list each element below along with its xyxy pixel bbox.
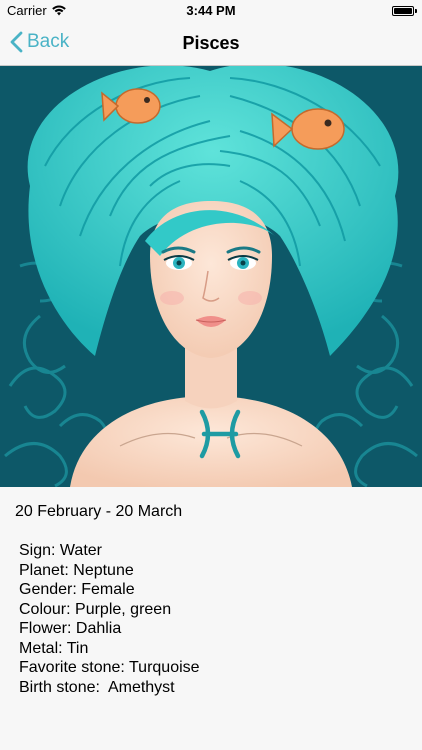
- battery-tip: [415, 9, 417, 13]
- zodiac-woman-illustration: [0, 66, 422, 487]
- facts-list: Sign: Water Planet: Neptune Gender: Fema…: [19, 541, 200, 697]
- page-title: Pisces: [182, 33, 240, 53]
- fact-metal: Metal: Tin: [19, 639, 89, 657]
- fact-gender: Gender: Female: [19, 581, 135, 598]
- fact-sign: Sign: Water: [19, 542, 102, 559]
- status-time: 3:44 PM: [186, 3, 236, 18]
- fact-flower: Flower: Dahlia: [19, 620, 122, 637]
- battery-fill: [394, 8, 412, 14]
- date-range: 20 February - 20 March: [15, 503, 183, 520]
- fact-birth-stone: Birth stone: Amethyst: [19, 678, 175, 696]
- status-bar: Carrier 3:44 PM: [0, 0, 422, 22]
- navigation-bar: Back Pisces: [0, 22, 422, 66]
- pisces-illustration: [0, 66, 422, 487]
- fact-favorite-stone: Favorite stone: Turquoise: [19, 659, 200, 676]
- battery-icon: [392, 6, 414, 16]
- fact-colour: Colour: Purple, green: [19, 600, 172, 618]
- sign-details: 20 February - 20 March Sign: Water Plane…: [0, 487, 422, 750]
- fact-planet: Planet: Neptune: [19, 561, 134, 579]
